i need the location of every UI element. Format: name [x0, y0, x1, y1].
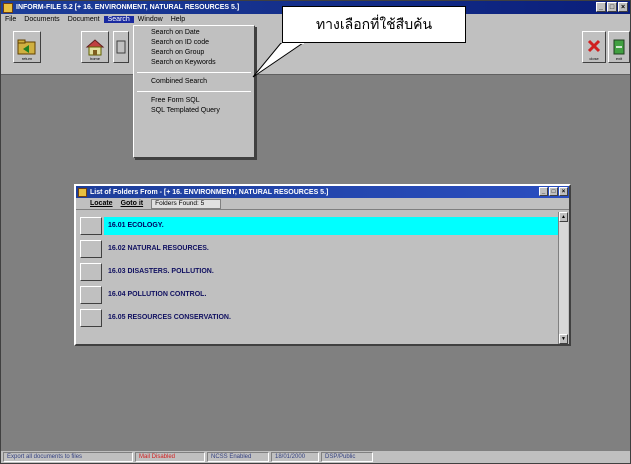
- folder-name[interactable]: 16.05 RESOURCES CONSERVATION.: [104, 308, 558, 327]
- folder-list-window: List of Folders From - [+ 16. ENVIRONMEN…: [74, 184, 571, 346]
- child-close-button[interactable]: ×: [559, 187, 568, 196]
- search-on-date-item[interactable]: Search on Date: [134, 28, 254, 38]
- child-window-title: List of Folders From - [+ 16. ENVIRONMEN…: [90, 188, 329, 196]
- row-select-box[interactable]: [80, 262, 102, 281]
- child-window-controls: _ □ ×: [539, 187, 568, 196]
- status-export: Export all documents to files: [3, 452, 133, 462]
- menu-window[interactable]: Window: [134, 16, 167, 23]
- exit-door-icon: [613, 39, 625, 55]
- folders-found-field: Folders Found: 5: [151, 198, 222, 209]
- home-icon: [85, 39, 105, 56]
- folder-icon: [78, 187, 87, 197]
- home-button[interactable]: home: [81, 31, 109, 63]
- search-on-group-item[interactable]: Search on Group: [134, 48, 254, 58]
- window-controls: _ □ ×: [596, 2, 628, 12]
- partial-button[interactable]: [113, 31, 129, 63]
- row-select-box[interactable]: [80, 216, 102, 235]
- window-title: INFORM-FILE 5.2 [+ 16. ENVIRONMENT, NATU…: [16, 4, 240, 11]
- locate-button[interactable]: Locate: [90, 200, 113, 207]
- close-window-button[interactable]: ×: [618, 2, 628, 12]
- scroll-up-icon[interactable]: ▲: [559, 212, 568, 222]
- row-select-box[interactable]: [80, 308, 102, 327]
- exit-label: exit: [615, 56, 623, 61]
- table-row[interactable]: 16.04 POLLUTION CONTROL.: [80, 283, 558, 306]
- callout-pointer: [252, 43, 304, 78]
- child-minimize-button[interactable]: _: [539, 187, 548, 196]
- child-title-bar: List of Folders From - [+ 16. ENVIRONMEN…: [76, 186, 569, 198]
- status-mail: Mail Disabled: [135, 452, 205, 462]
- table-row[interactable]: 16.05 RESOURCES CONSERVATION.: [80, 306, 558, 329]
- application-window: INFORM-FILE 5.2 [+ 16. ENVIRONMENT, NATU…: [0, 0, 631, 464]
- goto-button[interactable]: Goto it: [121, 200, 144, 207]
- search-dropdown-menu: Search on Date Search on ID code Search …: [133, 25, 255, 158]
- maximize-button[interactable]: □: [607, 2, 617, 12]
- row-select-box[interactable]: [80, 285, 102, 304]
- vertical-scrollbar[interactable]: ▲ ▼: [558, 212, 568, 344]
- sql-templated-query-item[interactable]: SQL Templated Query: [134, 106, 254, 116]
- return-button[interactable]: return: [13, 31, 41, 63]
- close-label: close: [589, 56, 599, 61]
- search-on-id-code-item[interactable]: Search on ID code: [134, 38, 254, 48]
- partial-icon: [116, 40, 126, 54]
- status-bar: Export all documents to files Mail Disab…: [1, 451, 630, 463]
- home-label: home: [89, 56, 100, 61]
- child-maximize-button[interactable]: □: [549, 187, 558, 196]
- child-toolbar: Locate Goto it Folders Found: 5: [76, 198, 569, 210]
- exit-button[interactable]: exit: [608, 31, 630, 63]
- folder-return-icon: [17, 39, 36, 55]
- folder-list: 16.01 ECOLOGY. 16.02 NATURAL RESOURCES. …: [80, 214, 558, 329]
- menu-search[interactable]: Search: [103, 16, 134, 23]
- return-label: return: [21, 56, 33, 61]
- folder-name[interactable]: 16.01 ECOLOGY.: [104, 216, 558, 235]
- minimize-button[interactable]: _: [596, 2, 606, 12]
- menu-documents[interactable]: Documents: [20, 16, 63, 23]
- menu-separator: [137, 91, 251, 92]
- combined-search-item[interactable]: Combined Search: [134, 77, 254, 87]
- scroll-down-icon[interactable]: ▼: [559, 334, 568, 344]
- red-x-icon: [587, 39, 601, 53]
- folder-name[interactable]: 16.03 DISASTERS. POLLUTION.: [104, 262, 558, 281]
- menu-document[interactable]: Document: [64, 16, 104, 23]
- table-row[interactable]: 16.03 DISASTERS. POLLUTION.: [80, 260, 558, 283]
- app-icon: [3, 2, 13, 13]
- status-user: DSP/Public: [321, 452, 373, 462]
- free-form-sql-item[interactable]: Free Form SQL: [134, 96, 254, 106]
- folder-name[interactable]: 16.04 POLLUTION CONTROL.: [104, 285, 558, 304]
- search-on-keywords-item[interactable]: Search on Keywords: [134, 58, 254, 68]
- menu-separator: [137, 72, 251, 73]
- table-row[interactable]: 16.01 ECOLOGY.: [80, 214, 558, 237]
- menu-file[interactable]: File: [1, 16, 20, 23]
- folder-name[interactable]: 16.02 NATURAL RESOURCES.: [104, 239, 558, 258]
- status-ncss: NCSS Enabled: [207, 452, 269, 462]
- menu-help[interactable]: Help: [167, 16, 189, 23]
- row-select-box[interactable]: [80, 239, 102, 258]
- toolbar-close-button[interactable]: close: [582, 31, 606, 63]
- callout-annotation: ทางเลือกที่ใช้สืบค้น: [282, 6, 466, 43]
- table-row[interactable]: 16.02 NATURAL RESOURCES.: [80, 237, 558, 260]
- status-date: 18/01/2000: [271, 452, 319, 462]
